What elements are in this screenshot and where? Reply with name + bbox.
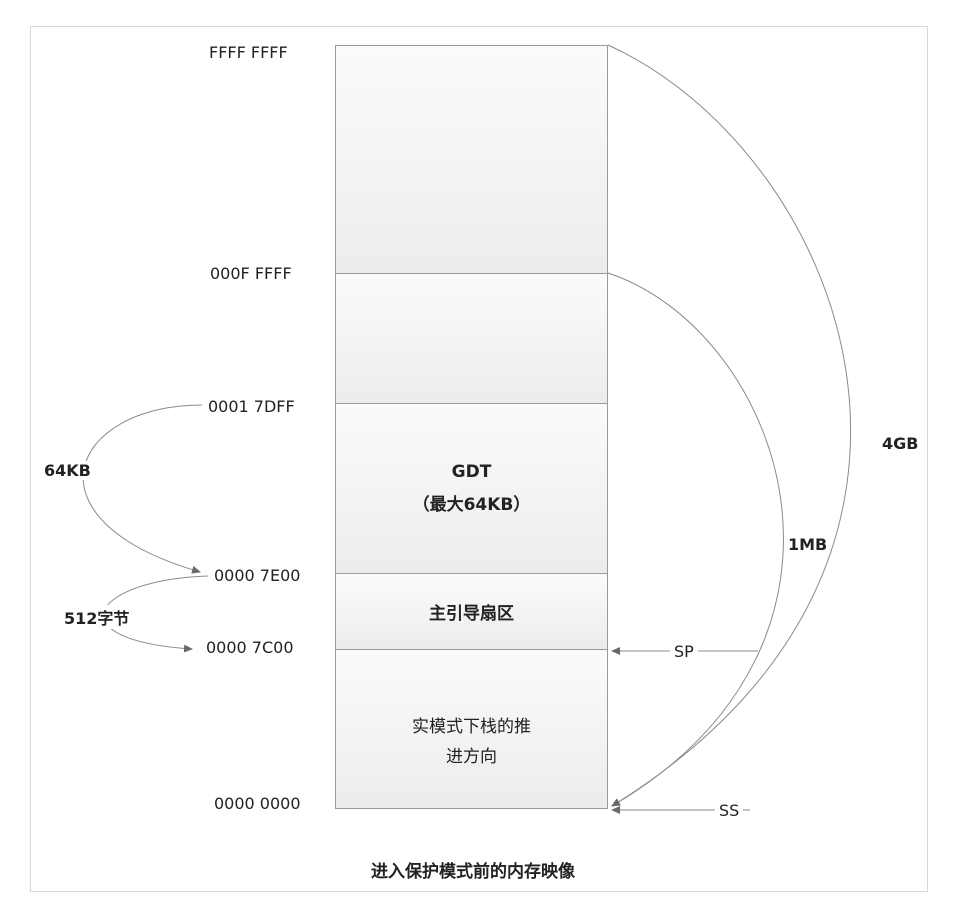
span-1mb-arc [607,272,784,807]
span-64kb-arc [82,404,203,574]
sp-register-label: SP [670,642,698,661]
connector-lines [82,44,852,814]
span-64kb-label: 64KB [42,461,93,480]
span-512-label: 512字节 [62,605,132,629]
ss-register-label: SS [715,801,744,820]
diagram-caption: 进入保护模式前的内存映像 [371,862,575,882]
span-4gb-label: 4GB [880,434,921,453]
span-4gb-arc [607,44,852,807]
span-1mb-label: 1MB [786,535,830,554]
